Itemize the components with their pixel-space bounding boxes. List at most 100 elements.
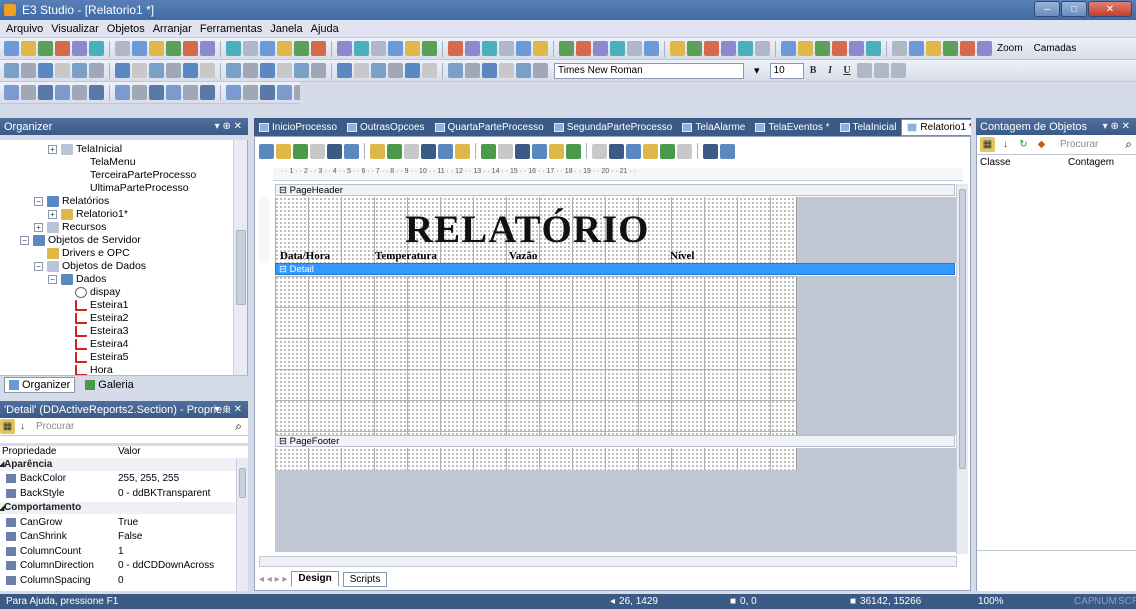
doc-tab[interactable]: TelaAlarme [677,122,750,133]
format-tool-icon[interactable] [21,63,36,78]
standard-tool-icon[interactable] [815,41,830,56]
doc-tab[interactable]: Relatorio1 * ✕ [901,118,971,136]
property-row[interactable]: CanGrow True [0,516,236,529]
draw-tool-icon[interactable] [55,85,70,100]
draw-tool-icon[interactable] [277,85,292,100]
refresh-icon[interactable]: ↻ [1016,137,1031,152]
format-tool-icon[interactable] [38,63,53,78]
format-tool-icon[interactable] [89,63,104,78]
designer-vscrollbar[interactable] [956,184,968,554]
tab-galeria[interactable]: Galeria [85,379,134,391]
standard-tool-icon[interactable] [277,41,292,56]
report-tool-icon[interactable] [566,143,581,159]
expand-icon[interactable]: + [48,144,57,154]
draw-tool-icon[interactable] [4,85,19,100]
standard-tool-icon[interactable] [115,41,130,56]
tree-item[interactable]: + Relatorio1* [48,207,128,221]
standard-tool-icon[interactable] [448,41,463,56]
format-tool-icon[interactable] [354,63,369,78]
standard-tool-icon[interactable] [909,41,924,56]
col-nivel[interactable]: Nível [670,250,694,262]
format-tool-icon[interactable] [183,63,198,78]
report-tool-icon[interactable] [481,143,496,159]
standard-tool-icon[interactable] [243,41,258,56]
tree-item[interactable]: + TelaInicial [48,142,122,156]
report-tool-icon[interactable] [327,143,342,159]
standard-tool-icon[interactable] [977,41,992,56]
standard-tool-icon[interactable] [388,41,403,56]
property-value[interactable]: 255, 255, 255 [118,473,179,484]
tree-item[interactable]: Esteira3 [62,324,129,338]
property-value[interactable]: False [118,531,142,542]
standard-tool-icon[interactable] [89,41,104,56]
report-tool-icon[interactable] [626,143,641,159]
report-tool-icon[interactable] [421,143,436,159]
standard-tool-icon[interactable] [721,41,736,56]
report-tool-icon[interactable] [370,143,385,159]
standard-tool-icon[interactable] [755,41,770,56]
draw-tool-icon[interactable] [166,85,181,100]
standard-tool-icon[interactable] [55,41,70,56]
report-tool-icon[interactable] [276,143,291,159]
tree-item[interactable]: − Dados [48,272,106,286]
collapse-icon[interactable]: ◢ [0,460,4,468]
format-tool-icon[interactable] [4,63,19,78]
tree-item[interactable]: UltimaParteProcesso [62,181,189,195]
report-tool-icon[interactable] [660,143,675,159]
menu-arranjar[interactable]: Arranjar [153,23,192,35]
section-detail[interactable]: ⊟ Detail [275,263,955,275]
col-temperatura[interactable]: Temperatura [375,250,437,262]
designer-hscrollbar[interactable] [259,556,957,567]
sort-az-icon[interactable]: ↓ [998,137,1013,152]
tab-design[interactable]: Design [291,571,339,587]
standard-tool-icon[interactable] [4,41,19,56]
format-tool-icon[interactable] [277,63,292,78]
property-value[interactable]: 1 [118,546,124,557]
minimize-button[interactable]: – [1034,1,1060,17]
collapse-icon[interactable]: − [48,274,57,284]
report-tool-icon[interactable] [720,143,735,159]
format-tool-icon[interactable] [311,63,326,78]
standard-tool-icon[interactable] [832,41,847,56]
tree-item[interactable]: − Objetos de Dados [34,259,146,273]
draw-tool-icon[interactable] [38,85,53,100]
draw-tool-icon[interactable] [149,85,164,100]
menu-ferramentas[interactable]: Ferramentas [200,23,262,35]
format-tool-icon[interactable] [72,63,87,78]
italic-button[interactable]: I [823,63,838,78]
format-tool-icon[interactable] [482,63,497,78]
standard-tool-icon[interactable] [482,41,497,56]
format-tool-icon[interactable] [337,63,352,78]
expand-icon[interactable]: + [48,209,57,219]
format-tool-icon[interactable] [516,63,531,78]
doc-tab[interactable]: QuartaParteProcesso [430,122,549,133]
draw-tool-icon[interactable] [243,85,258,100]
property-value[interactable]: 0 - ddCDDownAcross [118,560,214,571]
standard-tool-icon[interactable] [72,41,87,56]
standard-tool-icon[interactable] [405,41,420,56]
format-tool-icon[interactable] [448,63,463,78]
doc-tab[interactable]: TelaInicial [835,122,902,133]
format-tool-icon[interactable] [132,63,147,78]
align-tool-icon[interactable] [856,63,872,78]
property-category[interactable]: Aparência ◢ [0,458,236,471]
report-tool-icon[interactable] [643,143,658,159]
format-tool-icon[interactable] [371,63,386,78]
report-tool-icon[interactable] [438,143,453,159]
format-tool-icon[interactable] [465,63,480,78]
standard-tool-icon[interactable] [294,41,309,56]
standard-tool-icon[interactable] [559,41,574,56]
standard-tool-icon[interactable] [422,41,437,56]
format-tool-icon[interactable] [200,63,215,78]
standard-tool-icon[interactable] [200,41,215,56]
property-row[interactable]: ColumnSpacing 0 [0,574,236,587]
underline-button[interactable]: U [840,63,855,78]
standard-tool-icon[interactable] [704,41,719,56]
doc-tab[interactable]: SegundaParteProcesso [549,122,678,133]
filter-icon[interactable]: ◆ [1034,137,1049,152]
tree-item[interactable]: TelaMenu [62,155,136,169]
tree-scrollbar[interactable] [233,140,247,375]
standard-tool-icon[interactable] [149,41,164,56]
detail-area[interactable] [275,276,797,435]
format-tool-icon[interactable] [149,63,164,78]
